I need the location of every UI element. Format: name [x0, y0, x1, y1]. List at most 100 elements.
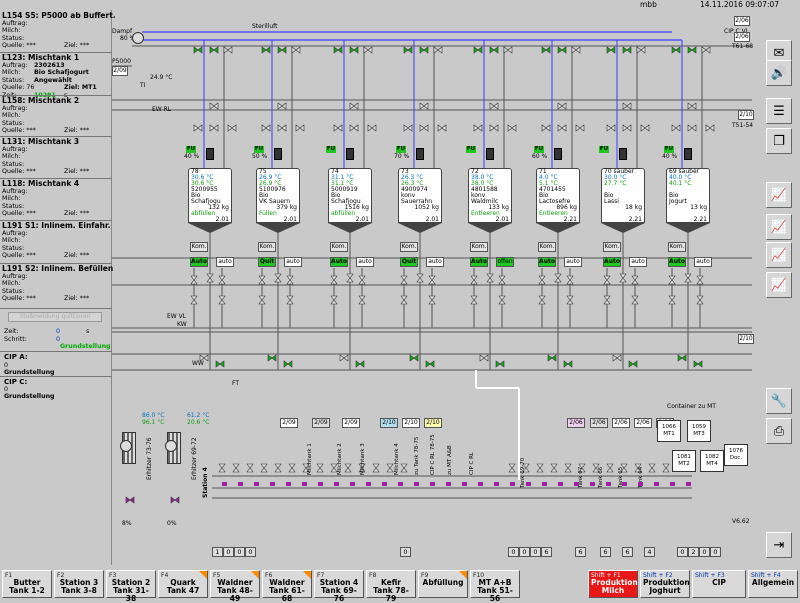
trend-button[interactable]: 📈 — [766, 214, 792, 240]
valve-icon[interactable] — [631, 275, 639, 285]
valve-icon[interactable] — [193, 124, 203, 132]
kom-button[interactable]: Kom. — [258, 242, 276, 252]
top-valve-icon[interactable] — [433, 46, 443, 54]
valve-icon[interactable] — [662, 463, 670, 473]
pump-icon[interactable] — [165, 440, 177, 452]
valve-icon[interactable] — [349, 102, 359, 110]
tank[interactable]: 78 30.6 °C 30.6 °C 5200955 Bio Schafjogu 132 k… — [188, 168, 232, 223]
valve-icon[interactable] — [286, 275, 294, 285]
fkey-f4[interactable]: F4 Quark Tank 47 — [158, 570, 208, 598]
tank[interactable]: 75 26.9 °C 26.9 °C 5100976 Bio VK Sauern 379 k… — [256, 168, 300, 223]
valve-icon[interactable] — [419, 124, 429, 132]
valve-icon[interactable] — [330, 275, 338, 285]
valve-icon[interactable] — [554, 273, 562, 283]
route-box[interactable]: 2/09 — [280, 418, 298, 428]
valve-icon[interactable] — [190, 295, 198, 305]
valve-icon[interactable] — [400, 275, 408, 285]
route-box[interactable]: 2/09 — [312, 418, 330, 428]
mixing-tank[interactable]: 1059 MT3 — [687, 420, 711, 442]
route-box[interactable]: 2/09 — [342, 418, 360, 428]
valve-icon[interactable] — [358, 295, 366, 305]
valve-icon[interactable] — [606, 124, 616, 132]
valve-icon[interactable] — [358, 275, 366, 285]
top-valve-icon[interactable] — [209, 46, 219, 54]
valve-icon[interactable] — [473, 124, 483, 132]
route-box[interactable]: 2/10 — [738, 110, 754, 120]
valve-icon[interactable] — [349, 124, 359, 132]
valve-icon[interactable] — [372, 463, 380, 473]
route-box[interactable]: 2/10 — [738, 334, 754, 344]
valve-icon[interactable] — [564, 463, 572, 473]
agitator-motor[interactable] — [416, 148, 424, 160]
valve-icon[interactable] — [246, 463, 254, 473]
valve-icon[interactable] — [619, 273, 627, 283]
tank[interactable]: 74 31.1 °C 31.1 °C 5000919 Bio Schafjogu 1516 … — [328, 168, 372, 223]
valve-icon[interactable] — [316, 463, 324, 473]
top-valve-icon[interactable] — [687, 46, 697, 54]
valve-icon[interactable] — [428, 295, 436, 305]
fkey-f7[interactable]: F7 Station 4 Tank 69-76 — [314, 570, 364, 603]
valve-icon[interactable] — [687, 124, 697, 132]
valve-icon[interactable] — [684, 273, 692, 283]
valve-icon[interactable] — [479, 354, 489, 362]
agitator-motor[interactable] — [274, 148, 282, 160]
valve-icon[interactable] — [218, 295, 226, 305]
exit-button[interactable]: ⇥ — [766, 532, 792, 558]
fkey-f9[interactable]: F9 Abfüllung — [418, 570, 468, 598]
valve-icon[interactable] — [218, 463, 226, 473]
kom-button[interactable]: Kom. — [190, 242, 208, 252]
acknowledge-button[interactable]: Stoßmeldung quittieren — [8, 312, 102, 322]
aux-mode-button[interactable]: auto — [426, 257, 444, 267]
agitator-motor[interactable] — [684, 148, 692, 160]
kom-button[interactable]: Kom. — [400, 242, 418, 252]
valve-icon[interactable] — [339, 354, 349, 362]
top-valve-icon[interactable] — [701, 46, 711, 54]
valve-icon[interactable] — [603, 275, 611, 285]
wrench-button[interactable]: 🔧 — [766, 388, 792, 414]
agitator-motor[interactable] — [486, 148, 494, 160]
valve-icon[interactable] — [419, 102, 429, 110]
top-valve-icon[interactable] — [541, 46, 551, 54]
valve-icon[interactable] — [346, 273, 354, 283]
valve-icon[interactable] — [232, 463, 240, 473]
route-box[interactable]: 2/06 — [590, 418, 608, 428]
valve-icon[interactable] — [557, 102, 567, 110]
agitator-motor[interactable] — [206, 148, 214, 160]
tank[interactable]: 71 4.0 °C 5.1 °C 4701455 Bio Lactosefre 896 kg… — [536, 168, 580, 223]
valve-icon[interactable] — [267, 354, 277, 362]
route-box[interactable]: 2/06 — [734, 16, 750, 26]
trend-button[interactable]: 📈 — [766, 242, 792, 268]
valve-icon[interactable] — [696, 275, 704, 285]
mode-button[interactable]: Quit — [258, 257, 276, 267]
top-valve-icon[interactable] — [403, 46, 413, 54]
valve-icon[interactable] — [508, 463, 516, 473]
mode-button[interactable]: Auto — [190, 257, 208, 267]
valve-icon[interactable] — [612, 354, 622, 362]
kom-button[interactable]: Kom. — [668, 242, 686, 252]
valve-icon[interactable] — [628, 360, 638, 368]
aux-mode-button[interactable]: auto — [356, 257, 374, 267]
mode-button[interactable]: Auto — [470, 257, 488, 267]
trend-button[interactable]: 📈 — [766, 272, 792, 298]
route-box[interactable]: 2/06 — [612, 418, 630, 428]
top-valve-icon[interactable] — [193, 46, 203, 54]
fkey-f6[interactable]: F6 Waldner Tank 61-68 — [262, 570, 312, 603]
route-box[interactable]: 2/06 — [734, 32, 750, 42]
mode-button[interactable]: Auto — [668, 257, 686, 267]
valve-icon[interactable] — [206, 273, 214, 283]
valve-icon[interactable] — [409, 354, 419, 362]
valve-icon[interactable] — [288, 463, 296, 473]
route-box[interactable]: 2/10 — [402, 418, 420, 428]
valve-icon[interactable] — [215, 360, 225, 368]
p5000-box[interactable]: 2/09 — [112, 66, 128, 76]
top-valve-icon[interactable] — [261, 46, 271, 54]
valve-icon[interactable] — [218, 275, 226, 285]
mode-button[interactable]: Auto — [538, 257, 556, 267]
valve-icon[interactable] — [640, 124, 650, 132]
valve-icon[interactable] — [648, 463, 656, 473]
aux-mode-button[interactable]: auto — [564, 257, 582, 267]
printer-button[interactable]: ⎙ — [766, 418, 792, 444]
valve-icon[interactable] — [286, 295, 294, 305]
valve-icon[interactable] — [170, 496, 180, 504]
valve-icon[interactable] — [486, 273, 494, 283]
